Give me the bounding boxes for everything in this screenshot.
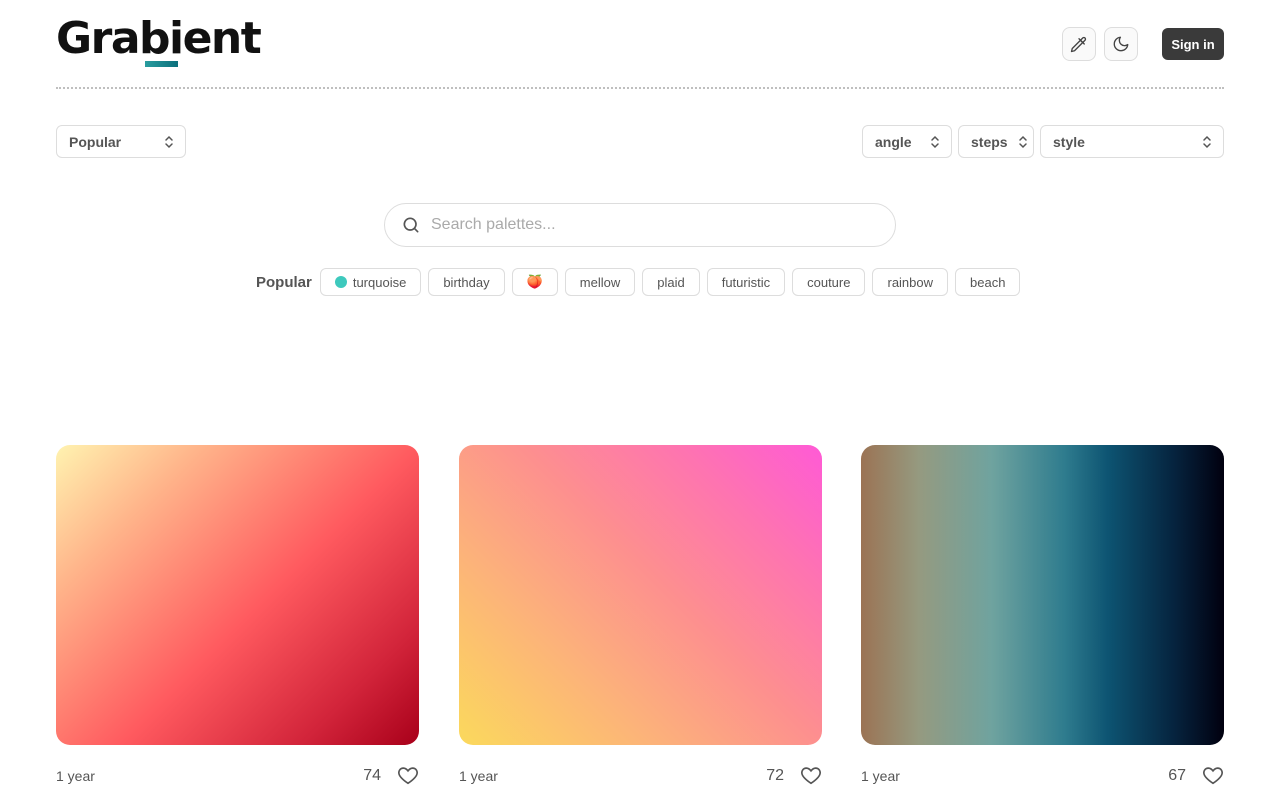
- search-input[interactable]: [431, 216, 851, 234]
- heart-icon[interactable]: [1202, 764, 1224, 786]
- search-icon: [403, 217, 419, 233]
- tag-beach[interactable]: beach: [955, 268, 1021, 296]
- gradient-swatch[interactable]: [56, 445, 419, 745]
- chevron-updown-icon: [1203, 135, 1211, 149]
- tag-label: plaid: [657, 274, 685, 290]
- tag-rainbow[interactable]: rainbow: [872, 268, 949, 296]
- palette-card[interactable]: 1 year 72: [459, 445, 822, 792]
- angle-select-value: angle: [875, 133, 912, 150]
- chevron-updown-icon: [931, 135, 939, 149]
- popular-tags: Popular turquoise birthday 🍑 mellow plai…: [256, 267, 1024, 297]
- theme-toggle-button[interactable]: [1104, 27, 1138, 61]
- sort-select[interactable]: Popular: [56, 125, 186, 158]
- logo[interactable]: Grabient: [56, 13, 262, 70]
- like-count: 74: [363, 767, 381, 784]
- like-count: 67: [1168, 767, 1186, 784]
- card-age: 1 year: [56, 768, 95, 784]
- turquoise-color-dot: [334, 276, 347, 288]
- tag-label: birthday: [443, 274, 490, 290]
- gradient-swatch[interactable]: [861, 445, 1224, 745]
- tag-mellow[interactable]: mellow: [564, 268, 636, 296]
- tag-birthday[interactable]: birthday: [428, 268, 505, 296]
- tag-couture[interactable]: couture: [792, 268, 866, 296]
- heart-icon[interactable]: [800, 764, 822, 786]
- chevron-updown-icon: [1019, 135, 1027, 149]
- logo-text: Grabient: [56, 13, 262, 64]
- style-select[interactable]: style: [1040, 125, 1224, 158]
- tags-label: Popular: [256, 273, 312, 291]
- style-select-value: style: [1053, 133, 1085, 150]
- tag-label: beach: [970, 274, 1006, 290]
- gradient-swatch[interactable]: [459, 445, 822, 745]
- card-age: 1 year: [861, 768, 900, 784]
- search-bar[interactable]: [384, 203, 896, 247]
- tag-label: turquoise: [352, 274, 407, 290]
- eyedropper-icon: [1070, 36, 1087, 53]
- palette-card[interactable]: 1 year 74: [56, 445, 419, 792]
- palette-card[interactable]: 1 year 67: [861, 445, 1224, 792]
- tag-label: mellow: [579, 274, 621, 290]
- header-divider: [56, 87, 1224, 89]
- logo-accent-bar: [145, 61, 178, 67]
- eyedropper-button[interactable]: [1062, 27, 1096, 61]
- angle-select[interactable]: angle: [862, 125, 952, 158]
- tag-label: couture: [807, 274, 851, 290]
- like-count: 72: [766, 767, 784, 784]
- moon-icon: [1113, 36, 1129, 52]
- card-meta: 1 year 67: [861, 762, 1224, 792]
- tag-plaid[interactable]: plaid: [642, 268, 700, 296]
- tag-futuristic[interactable]: futuristic: [706, 268, 786, 296]
- steps-select-value: steps: [971, 133, 1008, 150]
- tag-label: rainbow: [887, 274, 934, 290]
- tag-turquoise[interactable]: turquoise: [319, 268, 422, 296]
- heart-icon[interactable]: [397, 764, 419, 786]
- steps-select[interactable]: steps: [958, 125, 1034, 158]
- tag-peach-emoji[interactable]: 🍑: [511, 268, 558, 296]
- tag-label: 🍑: [526, 274, 543, 289]
- card-age: 1 year: [459, 768, 498, 784]
- chevron-updown-icon: [165, 135, 173, 149]
- sort-select-value: Popular: [69, 133, 122, 150]
- card-meta: 1 year 74: [56, 762, 419, 792]
- tag-label: futuristic: [721, 274, 771, 290]
- sign-in-button[interactable]: Sign in: [1162, 28, 1224, 60]
- card-meta: 1 year 72: [459, 762, 822, 792]
